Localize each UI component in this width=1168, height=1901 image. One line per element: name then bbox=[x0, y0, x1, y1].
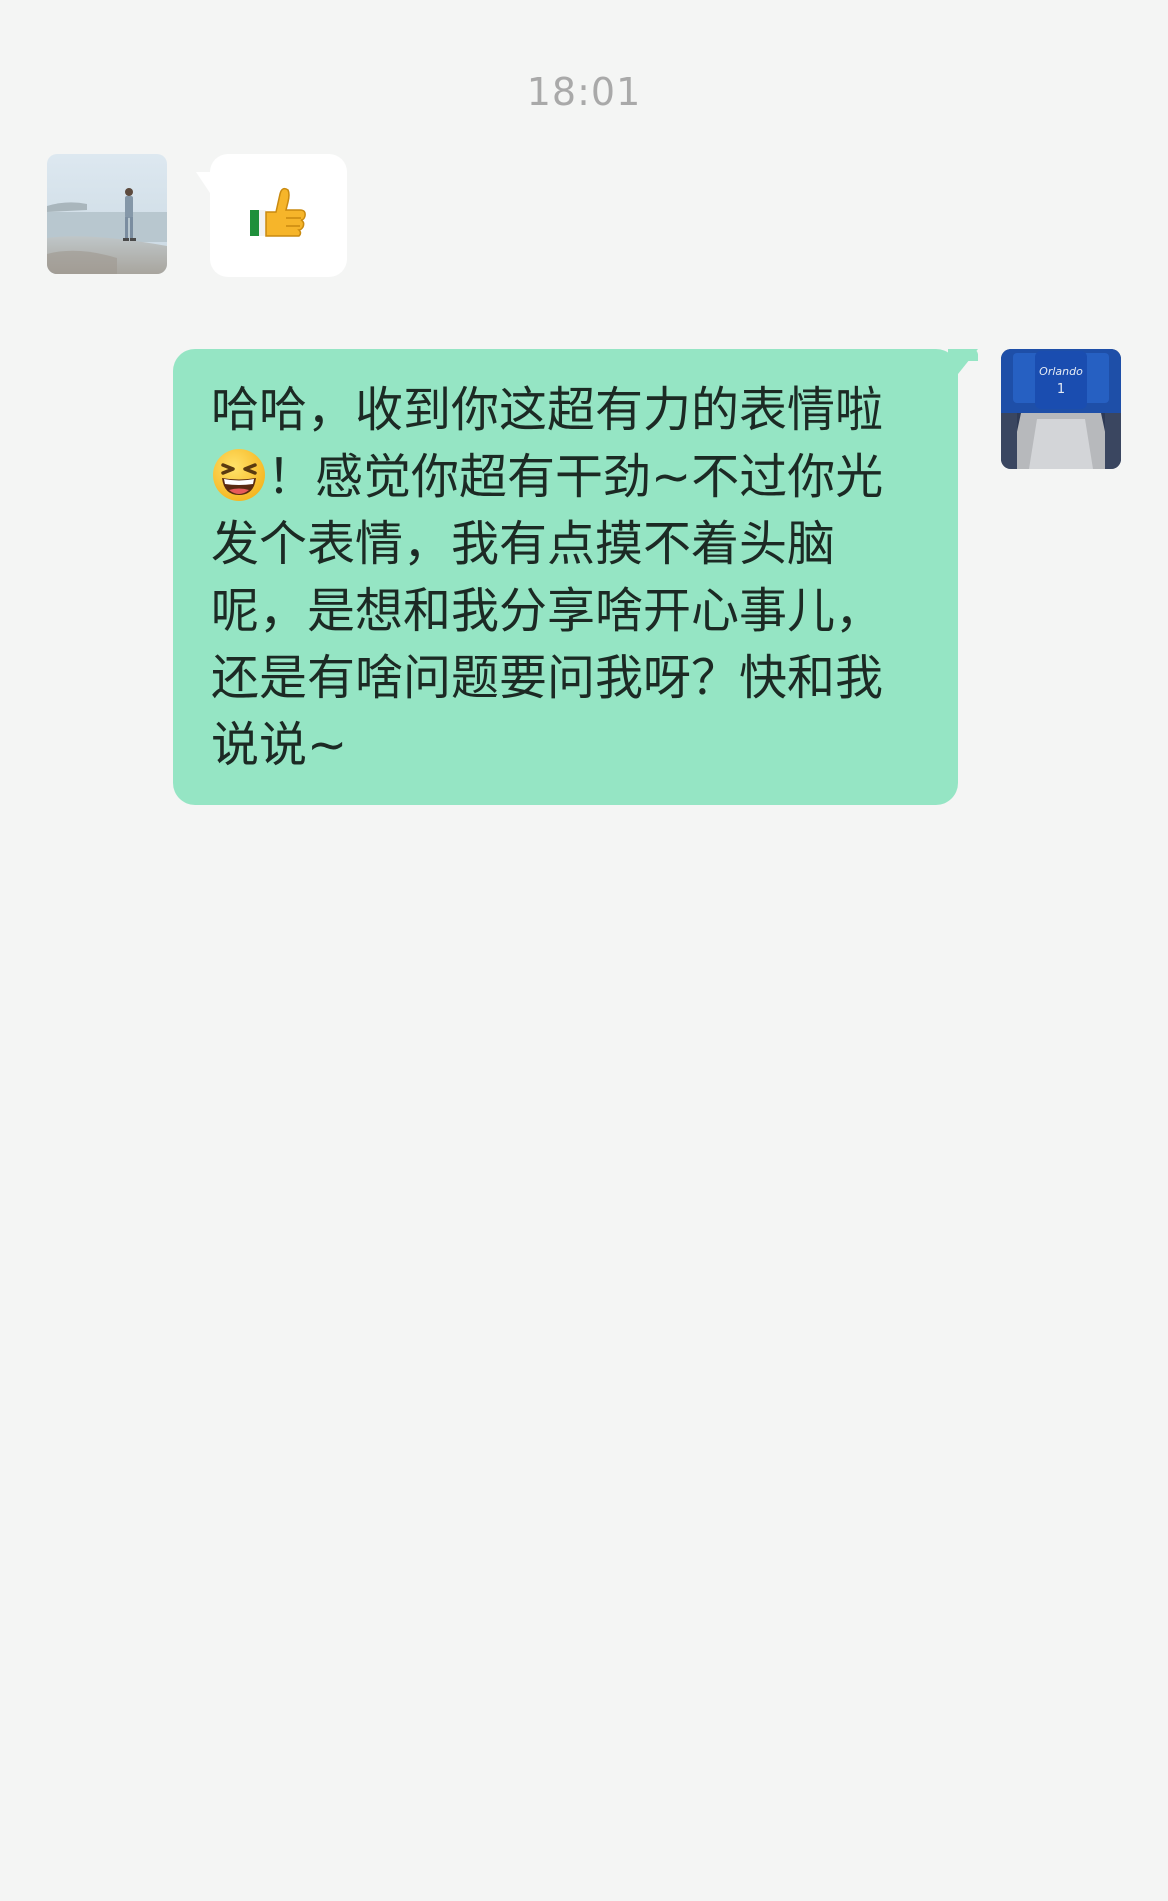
thumbs-up-icon bbox=[246, 182, 310, 250]
message-text: 哈哈，收到你这超有力的表情啦 ！感觉你超有干劲~不过你光 发个表情，我有点摸不着… bbox=[211, 382, 884, 773]
chat-timestamp: 18:01 bbox=[526, 70, 642, 114]
svg-text:Orlando: Orlando bbox=[1039, 365, 1083, 378]
outgoing-message-bubble[interactable]: 哈哈，收到你这超有力的表情啦 ！感觉你超有干劲~不过你光 发个表情，我有点摸不着… bbox=[173, 349, 978, 805]
grinning-squinting-face-icon bbox=[211, 447, 267, 503]
svg-text:1: 1 bbox=[1057, 382, 1065, 397]
contact-avatar[interactable] bbox=[47, 154, 167, 274]
self-avatar[interactable]: Orlando 1 bbox=[1001, 349, 1121, 469]
bubble-tail bbox=[196, 172, 212, 196]
incoming-message-bubble[interactable] bbox=[196, 154, 347, 277]
